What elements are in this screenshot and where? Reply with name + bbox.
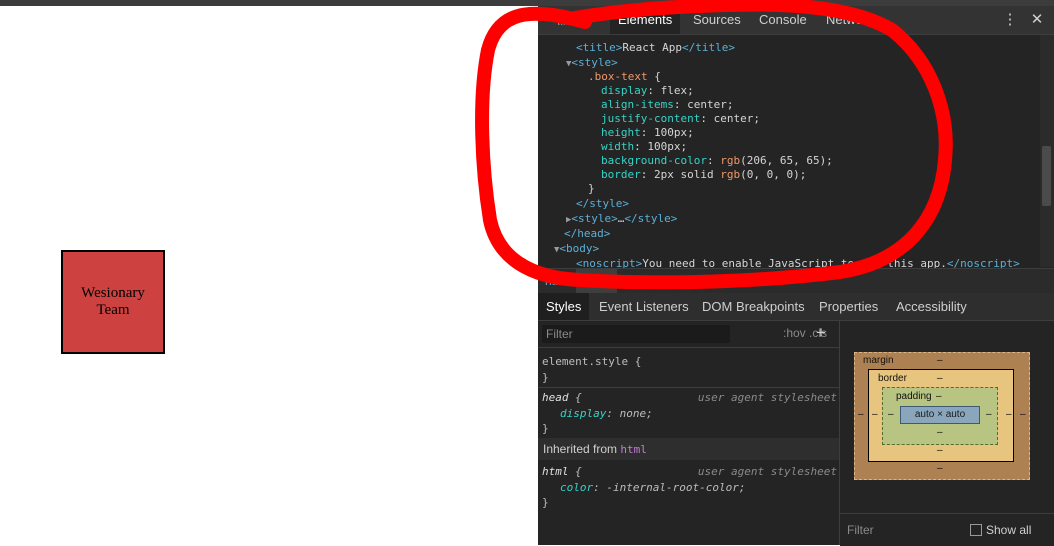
- devtools-panel: ⬚ ▭ Elements Sources Console Network ⋮ ✕…: [538, 6, 1054, 546]
- css-selector-line: .box-text {: [588, 70, 661, 83]
- styles-pane: Filter :hov .cls + element.style { } hea…: [538, 321, 840, 545]
- tab-event-listeners[interactable]: Event Listeners: [591, 293, 697, 320]
- padding-top-value: –: [936, 391, 942, 402]
- css-decl: border: 2px solid rgb(0, 0, 0);: [601, 168, 807, 181]
- rule-source: user agent stylesheet: [697, 465, 837, 478]
- tab-styles[interactable]: Styles: [538, 293, 590, 320]
- padding-right-value: –: [986, 409, 992, 420]
- css-decl: width: 100px;: [601, 140, 688, 153]
- padding-label: padding: [896, 391, 932, 402]
- rule-source: user agent stylesheet: [697, 391, 837, 404]
- box-model-diagram: margin – – – – border – – – – padding – …: [840, 321, 1054, 513]
- more-vert-icon[interactable]: ⋮: [1001, 10, 1019, 30]
- breadcrumb-head[interactable]: head: [576, 269, 617, 293]
- breadcrumb-html[interactable]: html: [538, 269, 575, 293]
- tab-properties[interactable]: Properties: [811, 293, 886, 320]
- computed-filter-row: Filter Show all: [840, 513, 1054, 546]
- styles-filter-row: Filter :hov .cls +: [538, 321, 839, 348]
- margin-right-value: –: [1020, 409, 1026, 420]
- css-decl: height: 100px;: [601, 126, 694, 139]
- sidebar-tab-bar: Styles Event Listeners DOM Breakpoints P…: [538, 293, 1054, 321]
- inherited-header: Inherited from html: [538, 438, 839, 460]
- rule-close-brace: }: [542, 496, 549, 509]
- tree-line-style-collapsed[interactable]: ▶<style>…</style>: [566, 212, 677, 227]
- show-all-checkbox[interactable]: [970, 524, 982, 536]
- css-close-brace: }: [588, 182, 595, 195]
- border-bottom-value: –: [937, 445, 943, 456]
- tree-line-title[interactable]: <title>React App</title>: [576, 41, 735, 55]
- tab-console[interactable]: Console: [751, 6, 815, 34]
- show-all-label: Show all: [986, 523, 1032, 537]
- tree-line-body[interactable]: ▼<body>: [554, 242, 599, 257]
- rule-close-brace: }: [542, 371, 549, 384]
- device-toggle-icon[interactable]: ▭: [578, 12, 592, 26]
- tab-dom-breakpoints[interactable]: DOM Breakpoints: [694, 293, 813, 320]
- css-decl: background-color: rgb(206, 65, 65);: [601, 154, 833, 167]
- elements-tree: <title>React App</title> ▼<style> .box-t…: [538, 35, 1046, 270]
- padding-left-value: –: [888, 409, 894, 420]
- rule-close-brace: }: [542, 422, 549, 435]
- tree-line-style[interactable]: ▼<style>: [566, 56, 618, 71]
- css-decl: align-items: center;: [601, 98, 734, 111]
- tab-elements[interactable]: Elements: [610, 6, 681, 34]
- tab-accessibility[interactable]: Accessibility: [888, 293, 975, 320]
- css-decl: display: flex;: [601, 84, 694, 97]
- box-model-content[interactable]: auto × auto: [900, 406, 980, 424]
- margin-bottom-value: –: [937, 463, 943, 474]
- styles-filter-input[interactable]: Filter: [542, 325, 730, 343]
- add-rule-icon[interactable]: +: [816, 323, 826, 343]
- tab-network[interactable]: Network: [818, 6, 882, 34]
- box-text: Wesionary Team: [61, 250, 165, 354]
- devtools-tab-bar: ⬚ ▭ Elements Sources Console Network ⋮ ✕: [538, 6, 1054, 35]
- box-label: Wesionary Team: [81, 285, 145, 318]
- inherited-tag-link[interactable]: html: [620, 443, 647, 456]
- border-left-value: –: [872, 409, 878, 420]
- rule-decl: display: none;: [560, 407, 653, 420]
- margin-top-value: –: [937, 355, 943, 366]
- tree-line-style-close: </style>: [576, 197, 629, 210]
- border-right-value: –: [1006, 409, 1012, 420]
- close-icon[interactable]: ✕: [1028, 10, 1046, 30]
- margin-left-value: –: [858, 409, 864, 420]
- tab-sources[interactable]: Sources: [685, 6, 749, 34]
- inspect-icon[interactable]: ⬚: [556, 12, 570, 26]
- breadcrumb: html head: [538, 268, 1054, 294]
- css-decl: justify-content: center;: [601, 112, 760, 125]
- rule-head: head {: [542, 391, 582, 404]
- element-style-rule[interactable]: element.style {: [542, 355, 641, 368]
- divider: [538, 387, 839, 388]
- padding-bottom-value: –: [937, 427, 943, 438]
- margin-label: margin: [863, 355, 894, 366]
- page-viewport: Wesionary Team: [0, 6, 538, 545]
- rule-html: html {: [542, 465, 582, 478]
- scrollbar-thumb[interactable]: [1042, 146, 1051, 206]
- computed-filter-input[interactable]: Filter: [847, 523, 874, 537]
- tree-line-head-close: </head>: [564, 227, 611, 240]
- border-top-value: –: [937, 373, 943, 384]
- rule-decl: color: -internal-root-color;: [560, 481, 746, 494]
- border-label: border: [878, 373, 907, 384]
